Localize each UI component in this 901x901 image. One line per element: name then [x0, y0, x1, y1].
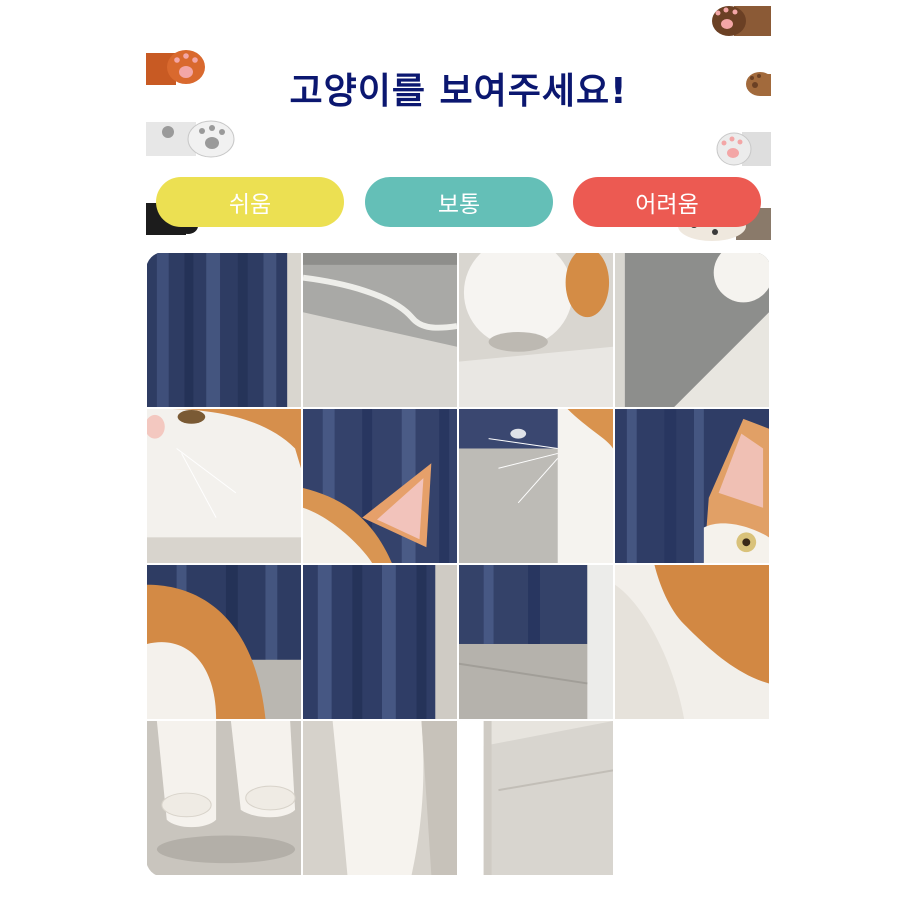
- puzzle-tile[interactable]: [614, 564, 770, 720]
- paw-icon: [146, 120, 235, 158]
- puzzle-tile[interactable]: [146, 720, 302, 876]
- easy-button[interactable]: 쉬움: [156, 177, 344, 227]
- empty-slot: [615, 721, 771, 877]
- puzzle-tile[interactable]: [614, 252, 770, 408]
- puzzle-tile[interactable]: [146, 252, 302, 408]
- difficulty-selector: 쉬움 보통 어려움: [156, 177, 761, 227]
- puzzle-tile[interactable]: [458, 408, 614, 564]
- puzzle-tile[interactable]: [614, 408, 770, 564]
- puzzle-app: 고양이를 보여주세요! 쉬움 보통 어려움: [146, 0, 771, 901]
- page-title: 고양이를 보여주세요!: [289, 71, 628, 112]
- puzzle-tile[interactable]: [302, 720, 458, 876]
- puzzle-tile[interactable]: [302, 408, 458, 564]
- normal-button[interactable]: 보통: [365, 177, 553, 227]
- puzzle-tile[interactable]: [458, 252, 614, 408]
- puzzle-tile[interactable]: [458, 564, 614, 720]
- paw-icon: [716, 132, 771, 166]
- paw-icon: [712, 6, 771, 36]
- puzzle-tile[interactable]: [458, 720, 614, 876]
- hard-button[interactable]: 어려움: [573, 177, 761, 227]
- puzzle-tile[interactable]: [146, 564, 302, 720]
- puzzle-board: [146, 252, 771, 877]
- puzzle-tile[interactable]: [302, 564, 458, 720]
- puzzle-tile[interactable]: [146, 408, 302, 564]
- puzzle-tile[interactable]: [302, 252, 458, 408]
